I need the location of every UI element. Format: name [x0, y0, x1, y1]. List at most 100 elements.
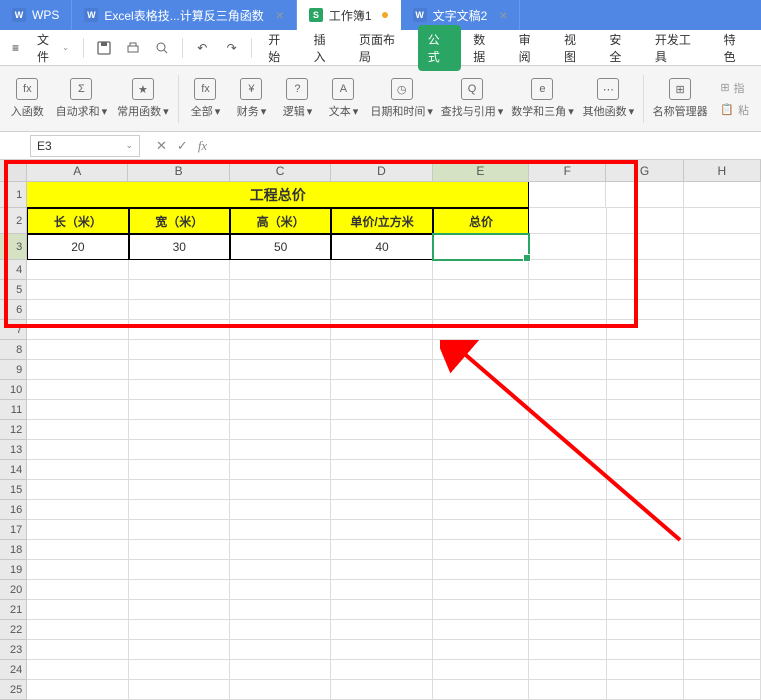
cell[interactable]	[529, 620, 606, 640]
cell[interactable]	[684, 380, 761, 400]
cell[interactable]	[230, 560, 331, 580]
cell[interactable]	[331, 540, 432, 560]
col-header-D[interactable]: D	[331, 160, 432, 181]
cell[interactable]	[27, 560, 128, 580]
cell[interactable]	[529, 440, 606, 460]
ribbon-all[interactable]: fx全部▾	[184, 74, 226, 123]
ribbon-name-manager[interactable]: ⊞名称管理器	[650, 74, 710, 123]
row-header[interactable]: 18	[0, 540, 27, 560]
row-header[interactable]: 7	[0, 320, 27, 340]
cell[interactable]	[230, 520, 331, 540]
cell[interactable]	[684, 280, 761, 300]
cell[interactable]	[27, 640, 128, 660]
cell[interactable]	[230, 460, 331, 480]
cell[interactable]	[230, 600, 331, 620]
cell[interactable]	[433, 340, 530, 360]
row-header[interactable]: 15	[0, 480, 27, 500]
cell[interactable]	[27, 580, 128, 600]
cell[interactable]	[529, 500, 606, 520]
cell[interactable]	[607, 234, 684, 260]
cell[interactable]	[433, 620, 530, 640]
cell[interactable]	[230, 680, 331, 700]
cell[interactable]	[529, 540, 606, 560]
select-all-corner[interactable]	[0, 160, 27, 181]
cell[interactable]	[433, 640, 530, 660]
cell[interactable]	[529, 182, 606, 208]
cell[interactable]	[27, 460, 128, 480]
redo-button[interactable]: ↷	[218, 34, 245, 62]
cell[interactable]	[27, 520, 128, 540]
fx-icon[interactable]: fx	[198, 138, 207, 154]
cell[interactable]	[230, 280, 331, 300]
ribbon-logical[interactable]: ?逻辑▾	[276, 74, 318, 123]
cell[interactable]	[331, 260, 432, 280]
cell[interactable]	[230, 340, 331, 360]
cell[interactable]	[433, 360, 530, 380]
cell[interactable]	[607, 540, 684, 560]
row-header[interactable]: 2	[0, 208, 27, 234]
cell[interactable]	[529, 260, 606, 280]
cell[interactable]	[529, 660, 606, 680]
row-header[interactable]: 24	[0, 660, 27, 680]
cell[interactable]	[684, 300, 761, 320]
cell[interactable]	[230, 440, 331, 460]
cell[interactable]	[606, 182, 683, 208]
cell[interactable]	[129, 520, 230, 540]
menu-insert[interactable]: 插入	[304, 25, 347, 71]
cell[interactable]	[129, 300, 230, 320]
row-header[interactable]: 14	[0, 460, 27, 480]
cell[interactable]	[684, 182, 761, 208]
cell[interactable]	[27, 680, 128, 700]
cell[interactable]	[433, 440, 530, 460]
row-header[interactable]: 19	[0, 560, 27, 580]
cell[interactable]	[129, 660, 230, 680]
cell[interactable]	[129, 620, 230, 640]
cell[interactable]	[27, 500, 128, 520]
cell[interactable]	[129, 420, 230, 440]
cell[interactable]	[607, 380, 684, 400]
cell[interactable]	[331, 680, 432, 700]
close-icon[interactable]: ×	[499, 7, 507, 23]
cell[interactable]	[129, 460, 230, 480]
cell[interactable]	[607, 400, 684, 420]
cell[interactable]	[230, 660, 331, 680]
cell[interactable]	[331, 580, 432, 600]
cell[interactable]	[529, 340, 606, 360]
cell[interactable]	[27, 320, 128, 340]
cell[interactable]	[607, 520, 684, 540]
cell-header[interactable]: 宽（米）	[129, 208, 230, 234]
row-header[interactable]: 17	[0, 520, 27, 540]
cell[interactable]	[529, 680, 606, 700]
ribbon-financial[interactable]: ¥财务▾	[230, 74, 272, 123]
cell[interactable]	[331, 480, 432, 500]
cell[interactable]	[27, 660, 128, 680]
cell[interactable]	[684, 660, 761, 680]
cell[interactable]	[607, 480, 684, 500]
cell[interactable]	[230, 580, 331, 600]
cell[interactable]	[27, 360, 128, 380]
cell[interactable]	[684, 360, 761, 380]
cell[interactable]	[433, 540, 530, 560]
cell[interactable]	[433, 460, 530, 480]
cell[interactable]	[684, 460, 761, 480]
cell[interactable]	[230, 320, 331, 340]
cell[interactable]	[433, 520, 530, 540]
cell[interactable]	[607, 660, 684, 680]
cell[interactable]	[129, 580, 230, 600]
cell[interactable]	[129, 360, 230, 380]
cell[interactable]	[27, 600, 128, 620]
cell[interactable]	[129, 380, 230, 400]
undo-button[interactable]: ↶	[189, 34, 216, 62]
cell[interactable]	[529, 560, 606, 580]
cell[interactable]	[27, 340, 128, 360]
cell[interactable]	[433, 480, 530, 500]
cell[interactable]	[331, 420, 432, 440]
cell[interactable]	[684, 620, 761, 640]
col-header-G[interactable]: G	[606, 160, 683, 181]
cell[interactable]	[230, 260, 331, 280]
row-header[interactable]: 4	[0, 260, 27, 280]
cell-data[interactable]: 30	[129, 234, 230, 260]
cell[interactable]	[129, 480, 230, 500]
cell[interactable]	[230, 540, 331, 560]
cell[interactable]	[433, 580, 530, 600]
